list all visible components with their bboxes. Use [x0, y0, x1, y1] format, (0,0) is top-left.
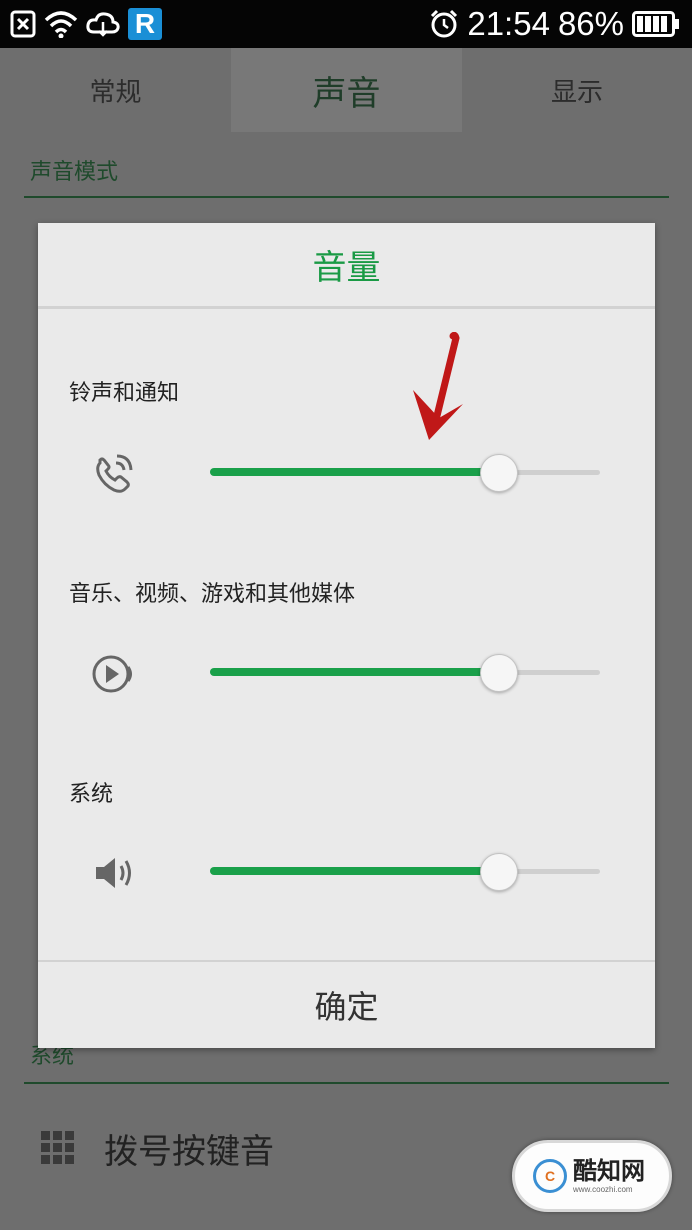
settings-tabs: 常规 声音 显示	[0, 48, 692, 132]
system-volume-label: 系统	[69, 782, 114, 807]
slider-fill	[210, 867, 499, 875]
watermark-url: www.coozhi.com	[573, 1184, 633, 1194]
coozhi-watermark: C 酷知网 www.coozhi.com	[512, 1140, 672, 1212]
volume-dialog: 音量 铃声和通知 音乐、视频、游戏和其他媒体 系统 确定	[38, 223, 655, 1048]
media-volume-label: 音乐、视频、游戏和其他媒体	[69, 582, 356, 607]
status-bar-left: R	[10, 8, 162, 40]
speaker-icon	[96, 858, 131, 888]
cloud-sync-icon	[86, 12, 120, 37]
watermark-name: 酷知网	[573, 1156, 645, 1185]
tab-display[interactable]: 显示	[462, 48, 692, 132]
slider-thumb[interactable]	[480, 454, 518, 492]
dialog-title: 音量	[38, 223, 655, 309]
confirm-button[interactable]: 确定	[38, 960, 655, 1048]
status-bar-right: 21:54 86%	[429, 5, 680, 42]
ringtone-volume-label: 铃声和通知	[69, 381, 180, 406]
tab-sound[interactable]: 声音	[231, 48, 462, 132]
status-bar: R 21:54 86%	[0, 0, 692, 48]
dial-keypad-tone-label: 拨号按键音	[104, 1131, 274, 1172]
notification-x-icon	[10, 10, 36, 38]
dialpad-icon	[41, 1131, 74, 1164]
media-play-icon	[92, 655, 132, 693]
battery-icon	[632, 11, 679, 37]
slider-fill	[210, 468, 499, 476]
alarm-icon	[431, 9, 458, 38]
system-volume-slider[interactable]	[210, 853, 600, 891]
ringtone-volume-slider[interactable]	[210, 454, 600, 492]
slider-thumb[interactable]	[480, 654, 518, 692]
slider-thumb[interactable]	[480, 853, 518, 891]
media-volume-slider[interactable]	[210, 654, 600, 692]
tab-general[interactable]: 常规	[0, 48, 231, 132]
slider-fill	[210, 668, 499, 676]
r-app-icon: R	[128, 8, 162, 40]
watermark-text: 酷知网 www.coozhi.com	[573, 1159, 645, 1194]
coozhi-logo-icon: C	[533, 1159, 567, 1193]
status-time: 21:54	[467, 5, 550, 42]
ringtone-phone-icon	[96, 454, 133, 493]
wifi-icon	[44, 11, 78, 38]
battery-percent: 86%	[557, 5, 624, 42]
red-arrow-annotation-icon	[413, 332, 463, 440]
section-header-sound-mode: 声音模式	[24, 154, 669, 198]
